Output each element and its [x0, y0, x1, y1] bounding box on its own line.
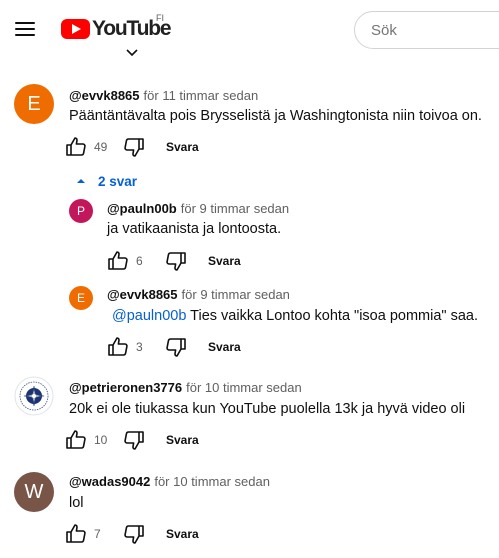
comment-text-body: Ties vaikka Lontoo kohta "isoa pommia" s… — [186, 308, 478, 324]
dislike-icon[interactable] — [122, 522, 146, 546]
comment-actions: 6 Svara — [106, 249, 241, 273]
like-count: 10 — [94, 433, 108, 447]
like-count: 6 — [136, 254, 143, 268]
comment-header: @wadas9042 för 10 timmar sedan — [69, 474, 270, 489]
avatar-letter: W — [24, 480, 44, 503]
comment-text: 20k ei ole tiukassa kun YouTube puolella… — [69, 401, 466, 417]
avatar-letter: E — [76, 291, 85, 305]
comment-author[interactable]: @petrieronen3776 — [69, 380, 182, 395]
comment-time[interactable]: för 11 timmar sedan — [144, 88, 259, 103]
nato-emblem-icon[interactable] — [14, 376, 54, 416]
like-icon[interactable] — [64, 135, 88, 159]
chevron-down-icon[interactable] — [126, 49, 138, 57]
masthead: YouTube FI — [0, 0, 499, 60]
avatar[interactable]: E — [14, 84, 54, 124]
avatar-letter: P — [76, 204, 85, 218]
comment-actions: 49 Svara — [64, 135, 199, 159]
reply-button[interactable]: Svara — [208, 254, 241, 268]
comment-actions: 10 Svara — [64, 428, 199, 452]
like-icon[interactable] — [64, 428, 88, 452]
comment-author[interactable]: @evvk8865 — [69, 88, 140, 103]
reply-button[interactable]: Svara — [208, 340, 241, 354]
comment-time[interactable]: för 9 timmar sedan — [181, 201, 289, 216]
comment-actions: 7 Svara — [64, 522, 199, 546]
comment-header: @petrieronen3776 för 10 timmar sedan — [69, 380, 302, 395]
avatar-letter: E — [27, 92, 41, 115]
comment-header: @evvk8865 för 11 timmar sedan — [69, 88, 258, 103]
search-input[interactable] — [354, 11, 499, 49]
dislike-icon[interactable] — [122, 428, 146, 452]
region-code: FI — [156, 13, 164, 23]
comment-actions: 3 Svara — [106, 335, 241, 359]
youtube-play-icon — [61, 19, 90, 39]
dislike-icon[interactable] — [164, 335, 188, 359]
like-icon[interactable] — [106, 249, 130, 273]
like-icon[interactable] — [64, 522, 88, 546]
dislike-icon[interactable] — [122, 135, 146, 159]
comment-author[interactable]: @pauln00b — [107, 201, 177, 216]
comment-text: @pauln00b Ties vaikka Lontoo kohta "isoa… — [112, 308, 478, 324]
reply-header: @pauln00b för 9 timmar sedan — [107, 201, 289, 216]
comment-author[interactable]: @evvk8865 — [107, 287, 178, 302]
reply-button[interactable]: Svara — [166, 140, 199, 154]
avatar[interactable]: P — [69, 199, 93, 223]
comment-time[interactable]: för 10 timmar sedan — [154, 474, 270, 489]
comment-time[interactable]: för 9 timmar sedan — [182, 287, 290, 302]
like-icon[interactable] — [106, 335, 130, 359]
comment-text: Pääntäntävalta pois Brysselistä ja Washi… — [69, 108, 482, 124]
youtube-logo[interactable]: YouTube — [61, 16, 172, 42]
avatar[interactable]: W — [14, 472, 54, 512]
comment-text: ja vatikaanista ja lontoosta. — [107, 221, 282, 237]
mention-link[interactable]: @pauln00b — [112, 308, 186, 324]
comment-author[interactable]: @wadas9042 — [69, 474, 150, 489]
reply-header: @evvk8865 för 9 timmar sedan — [107, 287, 290, 302]
comment-text: lol — [69, 495, 84, 511]
like-count: 7 — [94, 527, 101, 541]
replies-toggle[interactable]: 2 svar — [74, 171, 137, 191]
dislike-icon[interactable] — [164, 249, 188, 273]
replies-toggle-label: 2 svar — [98, 173, 138, 189]
avatar[interactable]: E — [69, 286, 93, 310]
like-count: 3 — [136, 340, 143, 354]
like-count: 49 — [94, 140, 108, 154]
reply-button[interactable]: Svara — [166, 527, 199, 541]
reply-button[interactable]: Svara — [166, 433, 199, 447]
menu-icon[interactable] — [10, 14, 40, 44]
comment-time[interactable]: för 10 timmar sedan — [186, 380, 302, 395]
caret-up-icon — [77, 179, 85, 183]
